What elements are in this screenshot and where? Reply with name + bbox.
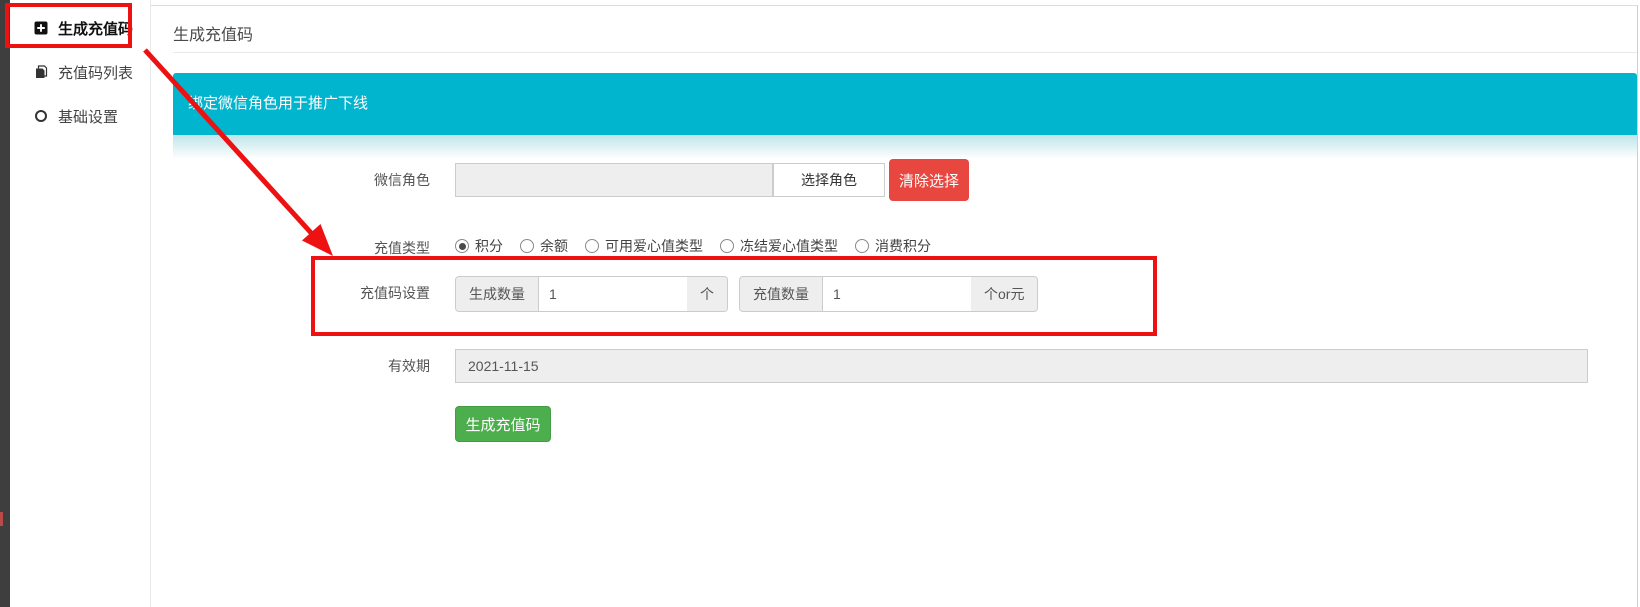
main-panel-right-border bbox=[1637, 5, 1638, 607]
radio-selected-icon[interactable] bbox=[455, 239, 469, 253]
radio-option-label: 消费积分 bbox=[875, 236, 931, 256]
recharge-qty-input[interactable] bbox=[823, 276, 971, 312]
radio-option-label: 可用爱心值类型 bbox=[605, 236, 703, 256]
radio-icon[interactable] bbox=[585, 239, 599, 253]
recharge-qty-addon: 充值数量 bbox=[739, 276, 823, 312]
copy-icon bbox=[34, 65, 48, 79]
sidebar-item-1[interactable]: 生成充值码 bbox=[34, 16, 133, 40]
page-title: 生成充值码 bbox=[173, 21, 253, 45]
wechat-role-input[interactable] bbox=[455, 163, 773, 197]
clear-selection-button[interactable]: 清除选择 bbox=[889, 159, 969, 201]
select-role-button[interactable]: 选择角色 bbox=[773, 163, 885, 197]
validity-label: 有效期 bbox=[173, 356, 430, 376]
generate-qty-group: 生成数量 个 bbox=[455, 276, 728, 312]
radio-icon[interactable] bbox=[855, 239, 869, 253]
recharge-type-label: 充值类型 bbox=[173, 238, 430, 258]
wechat-role-label: 微信角色 bbox=[173, 170, 430, 190]
sidebar-item-label: 基础设置 bbox=[58, 106, 118, 127]
recharge-type-radio-group: 积分 余额 可用爱心值类型 冻结爱心值类型 消费积分 bbox=[455, 236, 931, 256]
radio-option-label: 冻结爱心值类型 bbox=[740, 236, 838, 256]
app-window: 生成充值码充值码列表基础设置 生成充值码 绑定微信角色用于推广下线 微信角色 选… bbox=[0, 0, 1640, 607]
sidebar-item-2[interactable]: 充值码列表 bbox=[34, 60, 133, 84]
plus-square-icon bbox=[34, 21, 48, 35]
main-panel-top-border bbox=[151, 5, 1637, 6]
recharge-qty-unit: 个or元 bbox=[971, 276, 1038, 312]
collapsed-edge-bar bbox=[0, 0, 10, 607]
edge-red-mark bbox=[0, 512, 3, 526]
recharge-type-option-5[interactable]: 消费积分 bbox=[855, 236, 931, 256]
validity-date-input[interactable] bbox=[455, 349, 1588, 383]
recharge-type-option-2[interactable]: 余额 bbox=[520, 236, 568, 256]
radio-option-label: 积分 bbox=[475, 236, 503, 256]
generate-qty-unit: 个 bbox=[687, 276, 728, 312]
generate-qty-addon: 生成数量 bbox=[455, 276, 539, 312]
radio-icon[interactable] bbox=[720, 239, 734, 253]
radio-option-label: 余额 bbox=[540, 236, 568, 256]
code-settings-label: 充值码设置 bbox=[173, 283, 430, 303]
recharge-type-option-4[interactable]: 冻结爱心值类型 bbox=[720, 236, 838, 256]
radio-icon[interactable] bbox=[520, 239, 534, 253]
recharge-type-option-3[interactable]: 可用爱心值类型 bbox=[585, 236, 703, 256]
circle-icon bbox=[34, 109, 48, 123]
sidebar-item-label: 充值码列表 bbox=[58, 62, 133, 83]
sidebar-item-label: 生成充值码 bbox=[58, 18, 133, 39]
title-divider bbox=[173, 52, 1637, 53]
panel-heading-banner: 绑定微信角色用于推广下线 bbox=[173, 73, 1637, 135]
sidebar-item-3[interactable]: 基础设置 bbox=[34, 104, 118, 128]
banner-shadow bbox=[173, 135, 1637, 159]
generate-code-submit-button[interactable]: 生成充值码 bbox=[455, 406, 551, 442]
recharge-type-option-1[interactable]: 积分 bbox=[455, 236, 503, 256]
generate-qty-input[interactable] bbox=[539, 276, 687, 312]
recharge-qty-group: 充值数量 个or元 bbox=[739, 276, 1038, 312]
sidebar: 生成充值码充值码列表基础设置 bbox=[10, 0, 151, 607]
